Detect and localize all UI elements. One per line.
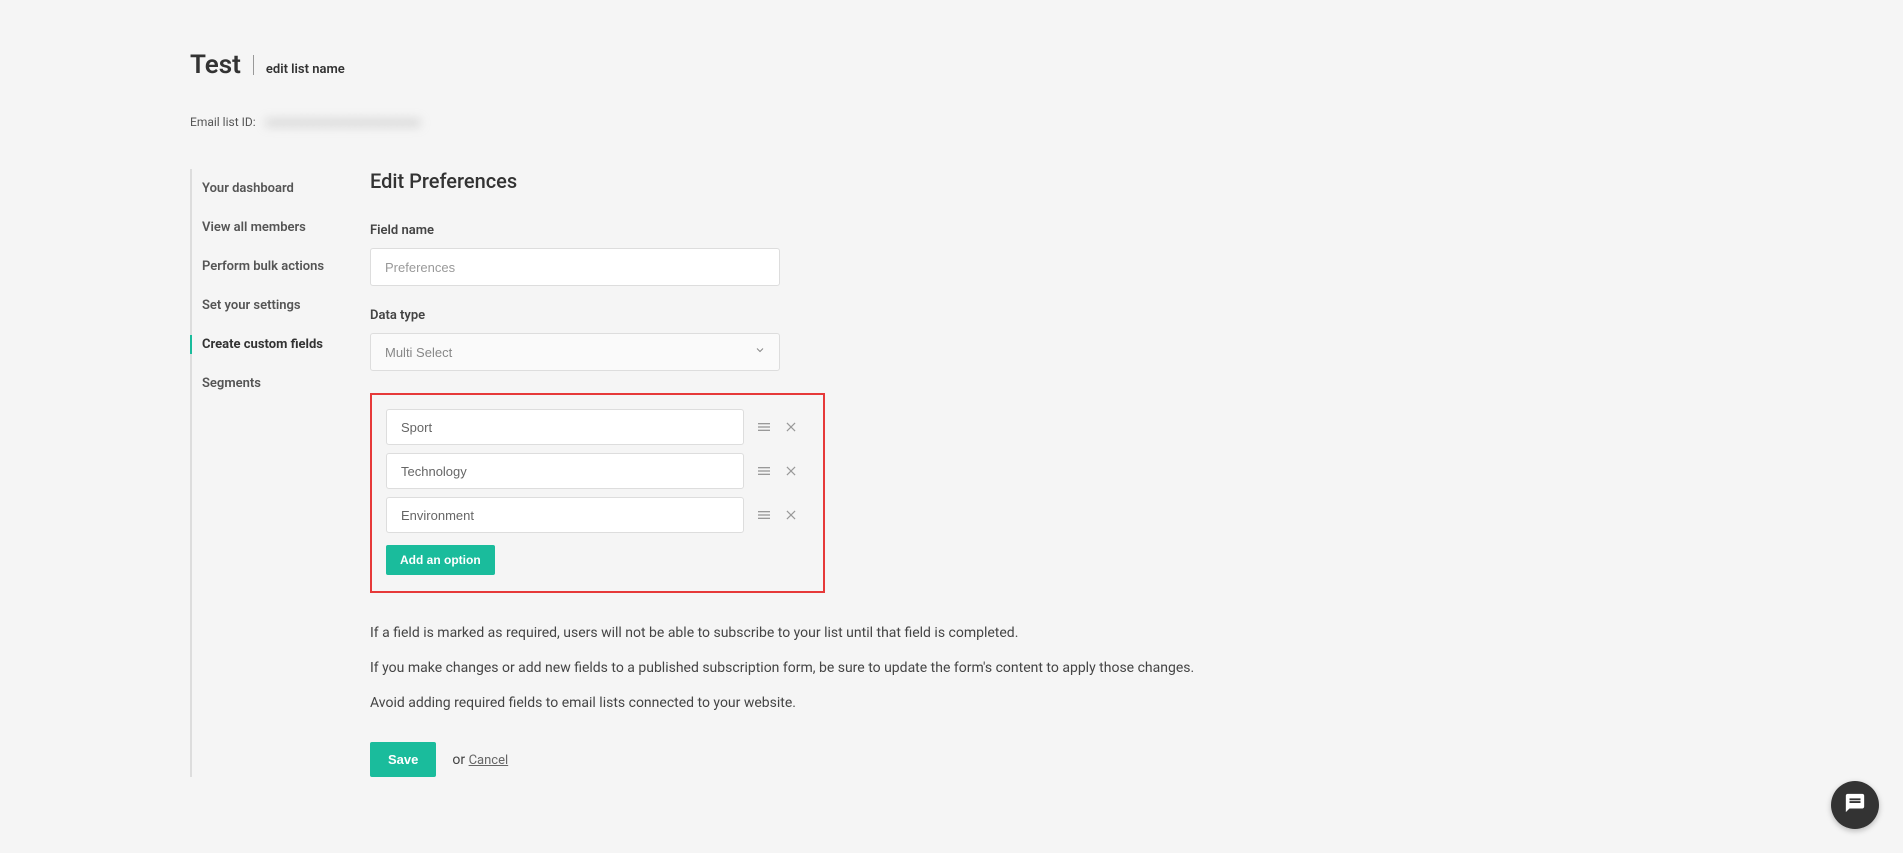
option-input-1[interactable]: [386, 453, 744, 489]
data-type-select-wrapper: [370, 333, 780, 371]
email-list-id-value: xxxxxxxxxxxxxxxxxxxxxxxxxx: [266, 115, 421, 129]
email-list-id-label: Email list ID:: [190, 115, 256, 129]
save-row: Save or Cancel: [370, 742, 1270, 777]
sidebar-nav: Your dashboard View all members Perform …: [190, 169, 370, 777]
page-title: Test: [190, 50, 241, 80]
option-row: [386, 409, 809, 445]
field-name-group: Field name: [370, 223, 1270, 286]
remove-option-icon[interactable]: [784, 464, 798, 478]
title-divider: [253, 55, 254, 75]
sidebar-item-bulk-actions[interactable]: Perform bulk actions: [192, 247, 370, 286]
help-text-required: If a field is marked as required, users …: [370, 623, 1270, 644]
sidebar-item-segments[interactable]: Segments: [192, 364, 370, 403]
drag-handle-icon[interactable]: [756, 507, 772, 523]
chat-icon: [1844, 792, 1866, 818]
options-box: Add an option: [370, 393, 825, 593]
or-label: or: [452, 752, 465, 768]
chat-fab[interactable]: [1831, 781, 1879, 829]
option-row: [386, 453, 809, 489]
data-type-group: Data type: [370, 308, 1270, 371]
main-heading: Edit Preferences: [370, 169, 1270, 193]
cancel-link[interactable]: Cancel: [469, 753, 509, 768]
add-option-button[interactable]: Add an option: [386, 545, 495, 575]
save-button[interactable]: Save: [370, 742, 436, 777]
help-text-avoid: Avoid adding required fields to email li…: [370, 693, 1270, 714]
option-input-0[interactable]: [386, 409, 744, 445]
field-name-label: Field name: [370, 223, 1270, 238]
sidebar-item-settings[interactable]: Set your settings: [192, 286, 370, 325]
option-input-2[interactable]: [386, 497, 744, 533]
drag-handle-icon[interactable]: [756, 419, 772, 435]
option-row: [386, 497, 809, 533]
remove-option-icon[interactable]: [784, 508, 798, 522]
email-list-id-row: Email list ID: xxxxxxxxxxxxxxxxxxxxxxxxx…: [190, 115, 1883, 129]
remove-option-icon[interactable]: [784, 420, 798, 434]
data-type-select[interactable]: [370, 333, 780, 371]
data-type-label: Data type: [370, 308, 1270, 323]
help-text-publish: If you make changes or add new fields to…: [370, 658, 1270, 679]
main-content: Edit Preferences Field name Data type: [370, 169, 1270, 777]
sidebar-item-custom-fields[interactable]: Create custom fields: [192, 325, 370, 364]
sidebar-item-view-members[interactable]: View all members: [192, 208, 370, 247]
sidebar-item-dashboard[interactable]: Your dashboard: [192, 169, 370, 208]
drag-handle-icon[interactable]: [756, 463, 772, 479]
edit-list-name-link[interactable]: edit list name: [266, 62, 345, 77]
page-header: Test edit list name: [190, 50, 1883, 80]
field-name-input[interactable]: [370, 248, 780, 286]
cancel-group: or Cancel: [452, 752, 508, 768]
